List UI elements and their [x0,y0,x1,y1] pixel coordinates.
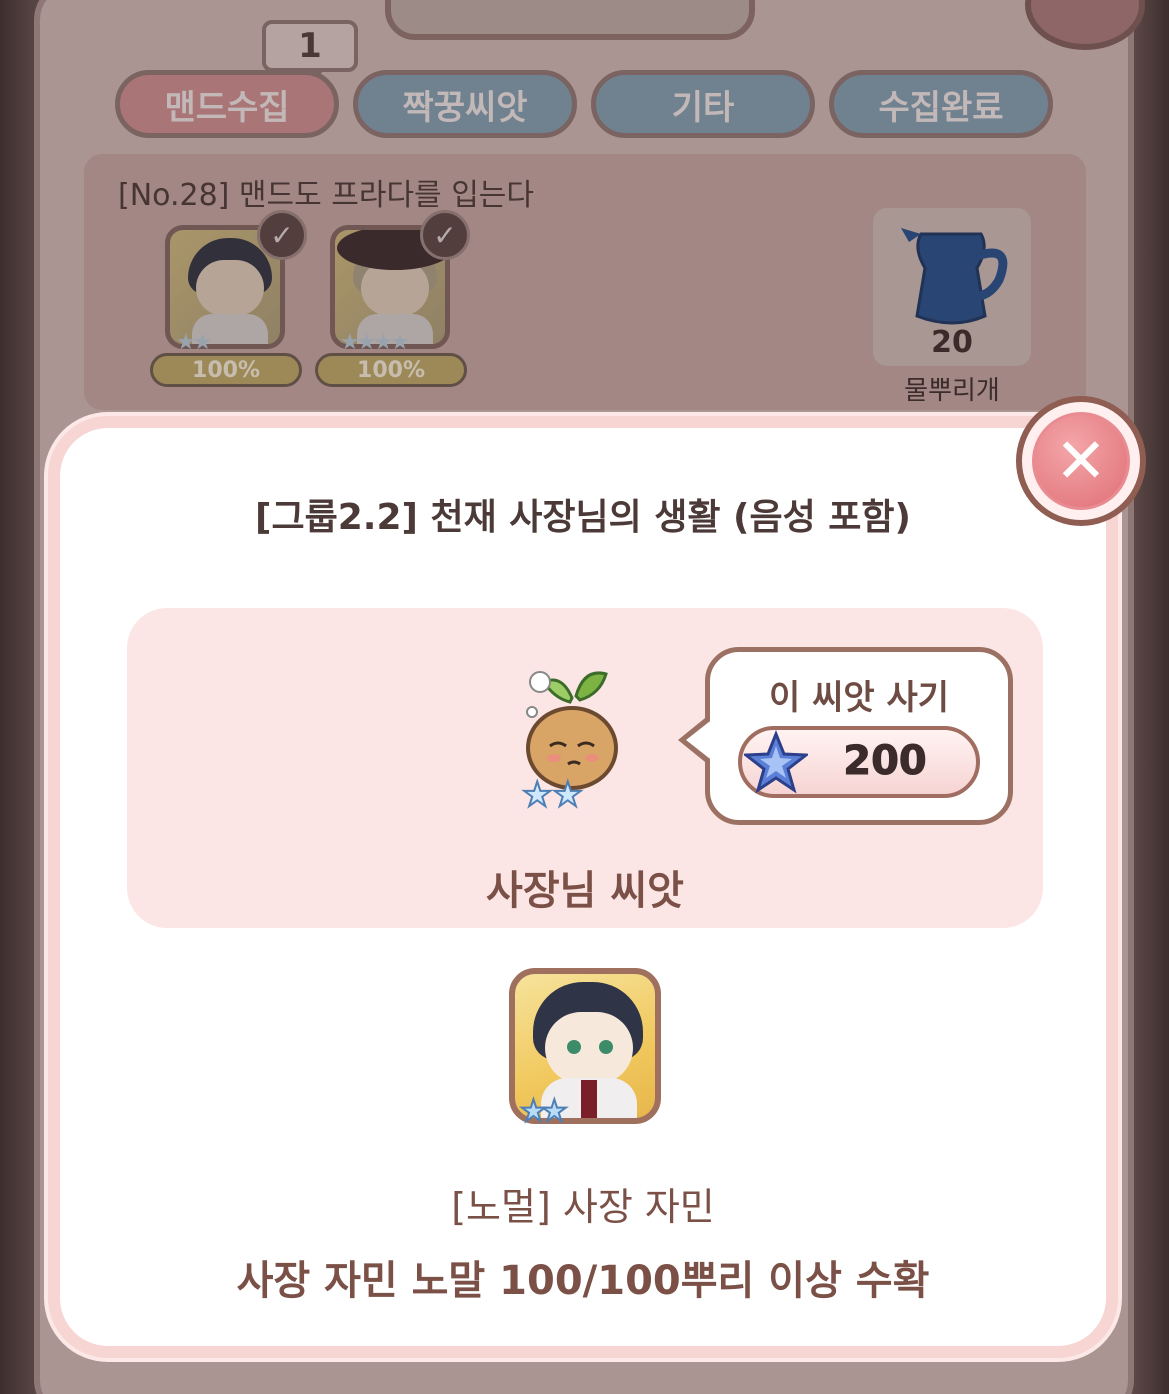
reward-quantity: 20 [931,325,973,360]
tab-mand-collection[interactable]: 맨드수집 [115,70,339,138]
close-icon: ✕ [1032,412,1130,510]
modal-title: [그룹2.2] 천재 사장님의 생활 (음성 포함) [255,497,911,538]
character-progress: 100% [150,353,302,387]
check-icon: ✓ [420,210,470,260]
collection-item-title: [No.28] 맨드도 프라다를 입는다 [118,178,534,213]
tab-etc[interactable]: 기타 [591,70,815,138]
blue-star-icon [744,730,808,794]
watering-can-icon [901,228,1008,325]
svg-text:★★: ★★ [522,775,583,810]
background-decor-right [1129,0,1169,1394]
seed-name: 사장님 씨앗 [486,868,684,914]
star-rating-icon: ★★★★ [340,330,410,355]
character-card-condition: 사장 자민 노말 100/100뿌리 이상 수확 [236,1258,930,1304]
seed-mascot-icon: ★★ [521,671,618,810]
star-rating-icon: ★★ [519,1093,569,1130]
character-progress: 100% [315,353,467,387]
close-button[interactable]: ✕ [1016,396,1146,526]
check-icon: ✓ [257,210,307,260]
tab-collection-complete[interactable]: 수집완료 [829,70,1053,138]
character-card-name: [노멀] 사장 자민 [451,1185,715,1229]
panel-header-frame [385,0,755,40]
reward-name: 물뿌리개 [904,376,1000,406]
seed-price: 200 [843,738,928,785]
star-rating-icon: ★★ [176,330,212,355]
tab-notification-badge: 1 [262,20,358,82]
tab-partner-seeds[interactable]: 짝꿍씨앗 [353,70,577,138]
buy-seed-label: 이 씨앗 사기 [768,678,950,718]
